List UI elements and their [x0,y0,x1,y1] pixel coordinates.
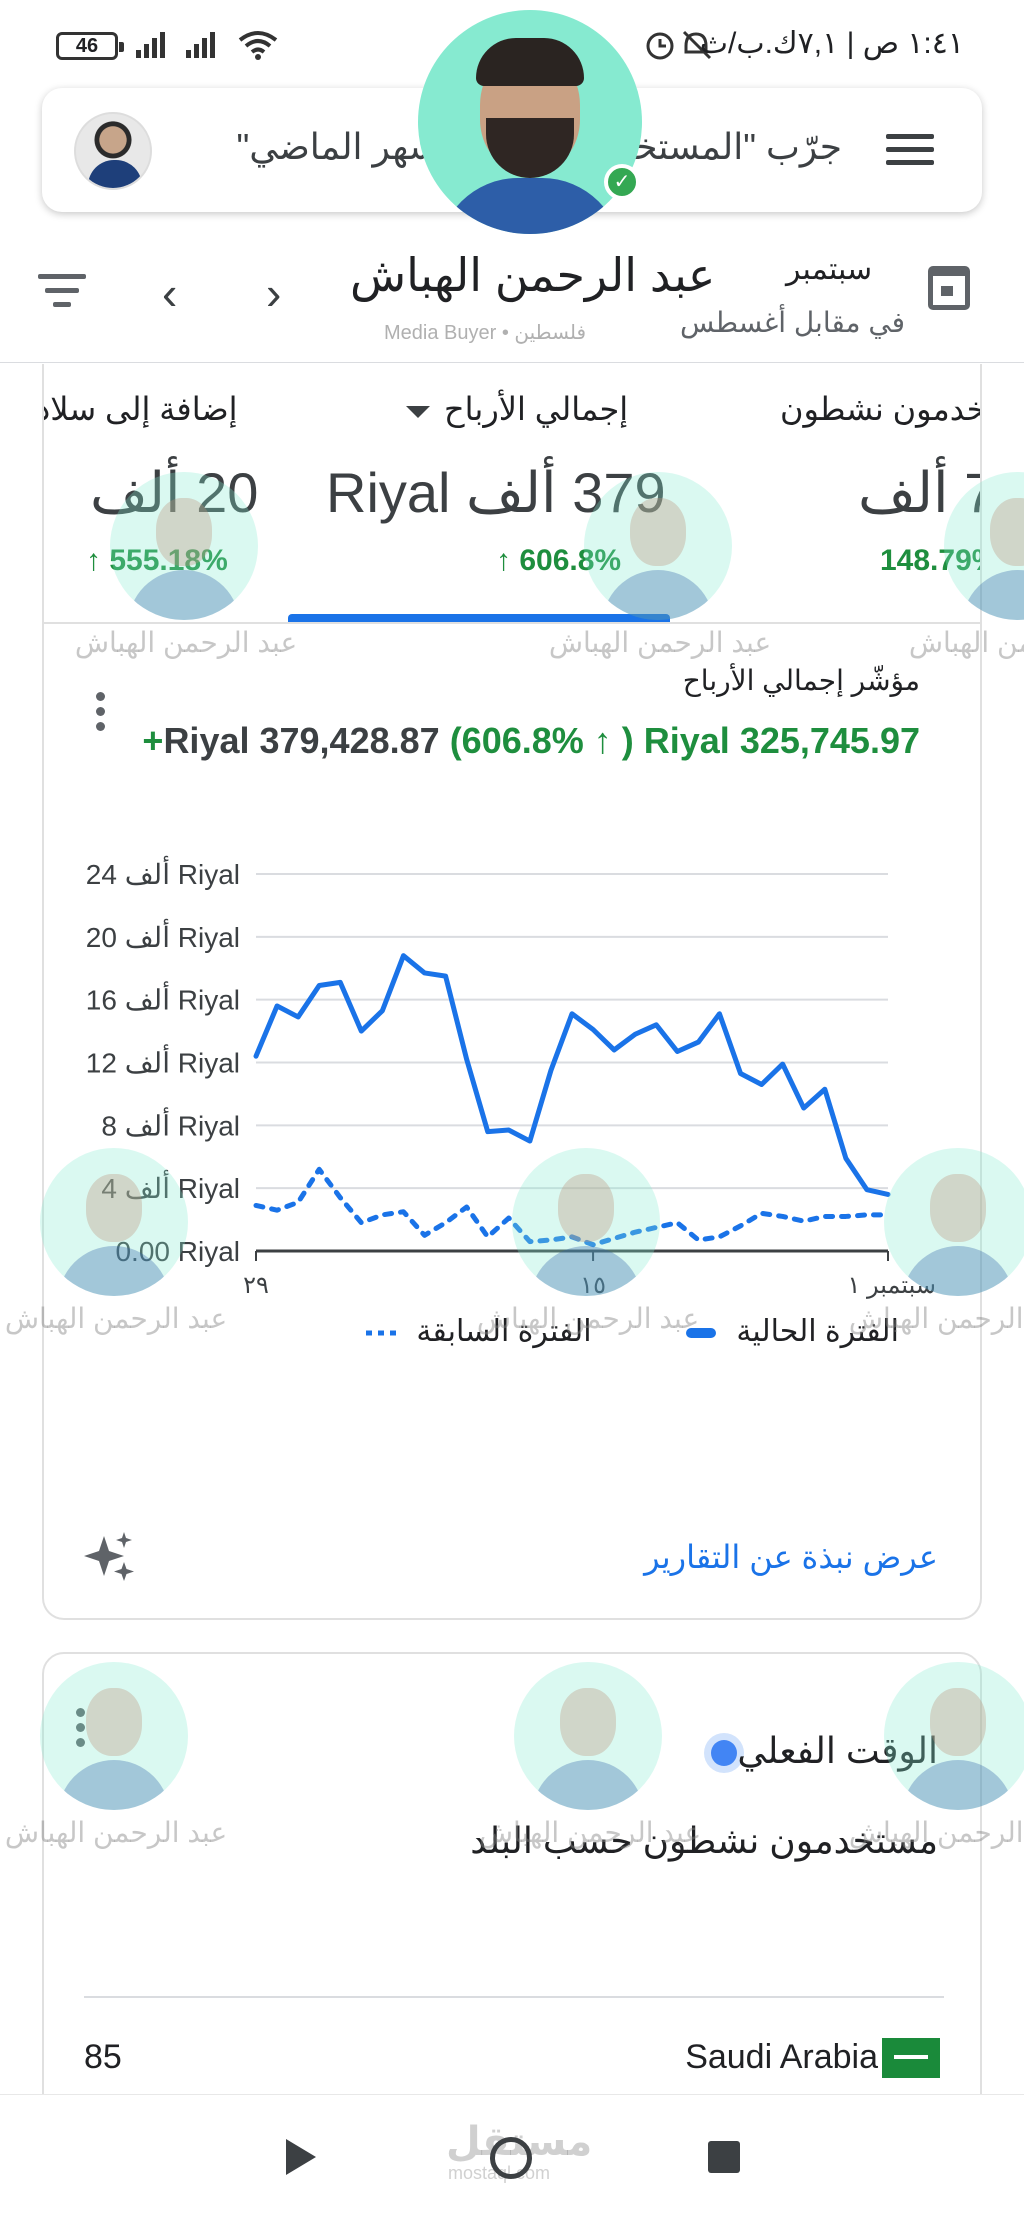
nav-back-icon[interactable] [286,2139,316,2175]
filter-icon[interactable] [38,274,86,310]
legend-current: الفترة الحالية [684,1314,899,1349]
x-tick-label: ١٥ [580,1272,606,1299]
live-dot-icon [711,1740,738,1767]
legend-solid-swatch-icon [686,1328,716,1339]
legend-previous: الفترة السابقة [364,1314,592,1349]
chart-summary: Riyal 379,428.87 (606.8% ↑ ) Riyal 325,7… [142,720,920,762]
y-tick-label: 16 ألف Riyal [86,982,240,1016]
y-tick-label: 8 ألف Riyal [101,1107,240,1141]
battery-icon: 46 [56,32,124,60]
realtime-subtitle: مستخدمون نشطون حسب البلد [470,1820,938,1861]
y-tick-label: 24 ألف Riyal [86,856,240,890]
account-avatar[interactable] [74,112,152,190]
chevron-left-icon[interactable]: ‹ [162,266,177,320]
view-reports-link[interactable]: عرض نبذة عن التقارير [644,1538,938,1576]
y-tick-label: 4 ألف Riyal [101,1170,240,1204]
report-header: ‹ › عبد الرحمن الهباش فلسطين • Media Buy… [0,240,1024,360]
metric-label-total-revenue-text: إجمالي الأرباح [444,391,629,427]
metric-value-add-to-cart: 20 ألف [90,461,259,524]
chart-title: مؤشّر إجمالي الأرباح [682,665,920,696]
chart-total: Riyal 379,428.87 [163,720,440,761]
chevron-right-icon[interactable]: › [266,266,281,320]
y-tick-label: 0.00 Riyal [115,1236,240,1267]
signal-icon [136,30,165,58]
country-value: 85 [84,2038,122,2076]
metric-change-total-revenue: 606.8% ↑ [496,544,622,577]
status-time: ١:٤١ ص | ٧,١ك.ب/ث [699,27,964,60]
owner-subtitle: فلسطين • Media Buyer [384,322,587,344]
metric-label-total-revenue[interactable]: إجمالي الأرباح [406,390,628,428]
x-tick-label: سبتمبر ١ [847,1272,936,1299]
tabs-divider [44,622,980,624]
verified-badge-icon: ✓ [604,164,640,200]
calendar-icon[interactable] [928,266,970,310]
x-tick-label: ٢٩ [243,1272,269,1299]
date-range-month[interactable]: سبتمبر [786,252,872,287]
more-options-icon[interactable] [96,692,106,737]
realtime-more-options-icon[interactable] [76,1708,86,1753]
nav-recents-icon[interactable] [708,2141,740,2173]
metric-label-add-to-cart[interactable]: إضافة إلى سلاد [44,390,238,428]
signal-icon-2 [186,30,215,58]
metric-value-total-revenue: 379 ألف Riyal [326,461,666,524]
metrics-card: إضافة إلى سلاد 20 ألف 555.18% ↑ إجمالي ا… [42,364,982,1620]
sparkle-icon[interactable] [84,1532,136,1584]
realtime-title: الوقت الفعلي [689,1730,938,1772]
y-tick-label: 12 ألف Riyal [86,1045,240,1079]
saudi-flag-icon [882,2038,940,2078]
legend-current-label: الفترة الحالية [736,1315,899,1348]
revenue-line-chart[interactable]: 0.00 Riyal 4 ألف Riyal 8 ألف Riyal 12 ألف R… [44,794,982,1354]
dropdown-arrow-icon[interactable] [406,405,430,418]
owner-name: عبد الرحمن الهباش [350,249,716,301]
country-name: Saudi Arabia [685,2038,878,2076]
metric-label-active-users[interactable]: مستخدمون نشطون [780,390,980,428]
date-range-compare[interactable]: في مقابل أغسطس [680,306,905,339]
legend-previous-label: الفترة السابقة [416,1315,592,1348]
selected-tab-indicator [288,614,670,622]
realtime-title-text: الوقت الفعلي [737,1730,938,1771]
legend-dotted-swatch-icon [366,1330,396,1336]
table-divider [84,1996,944,1998]
menu-icon[interactable] [886,134,934,166]
y-tick-label: 20 ألف Riyal [86,919,240,953]
nav-home-icon[interactable] [490,2137,532,2179]
series-current-line [253,953,891,1197]
metric-value-active-users: 72 ألف [858,461,980,524]
metric-change-add-to-cart: 555.18% ↑ [86,544,228,577]
system-nav-bar: مستقل mostaql.com [0,2094,1024,2219]
header-divider [0,362,1024,363]
metric-change-active-users: 148.79% [880,544,980,577]
series-previous-line [253,1166,891,1248]
profile-photo [418,10,642,234]
wifi-icon [238,31,278,60]
